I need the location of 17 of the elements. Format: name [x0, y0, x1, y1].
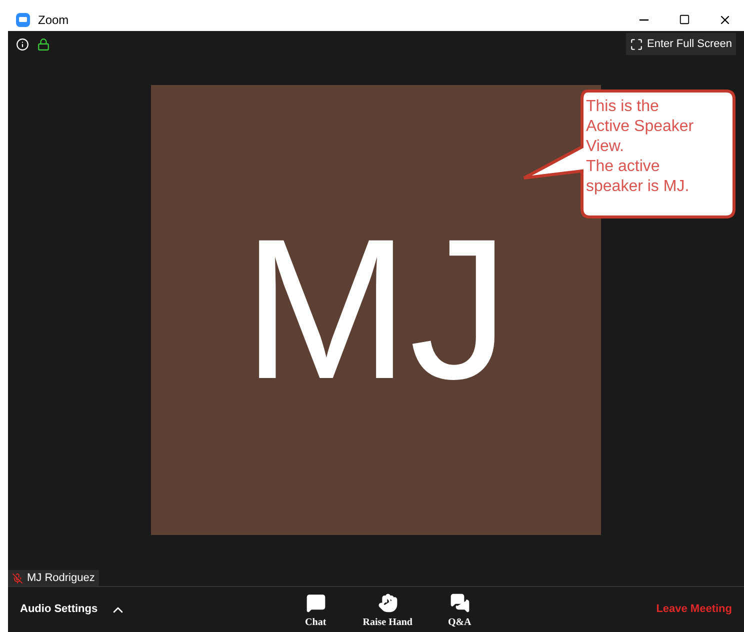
callout-text: This is the Active Speaker View. The active speaker is MJ. [586, 97, 694, 197]
info-icon[interactable] [16, 38, 29, 50]
lock-icon[interactable] [37, 38, 50, 50]
app-logo-icon [16, 12, 30, 26]
audio-settings-button[interactable]: Audio Settings [20, 601, 98, 618]
full-screen-button[interactable]: Enter Full Screen [626, 33, 736, 55]
toolbar-button[interactable]: Raise Hand [362, 589, 413, 630]
expand-icon [630, 38, 644, 50]
participant-name: MJ Rodriguez [27, 570, 95, 586]
hand-icon [378, 593, 398, 613]
toolbar-button[interactable]: Q&A [434, 589, 485, 630]
leave-meeting-button[interactable]: Leave Meeting [656, 601, 732, 618]
maximize-icon[interactable] [679, 14, 690, 25]
chat-bubble-icon [306, 593, 326, 613]
participant-initials: MJ [242, 210, 510, 410]
window-title: Zoom [38, 12, 69, 28]
toolbar-button[interactable]: Chat [290, 589, 341, 630]
